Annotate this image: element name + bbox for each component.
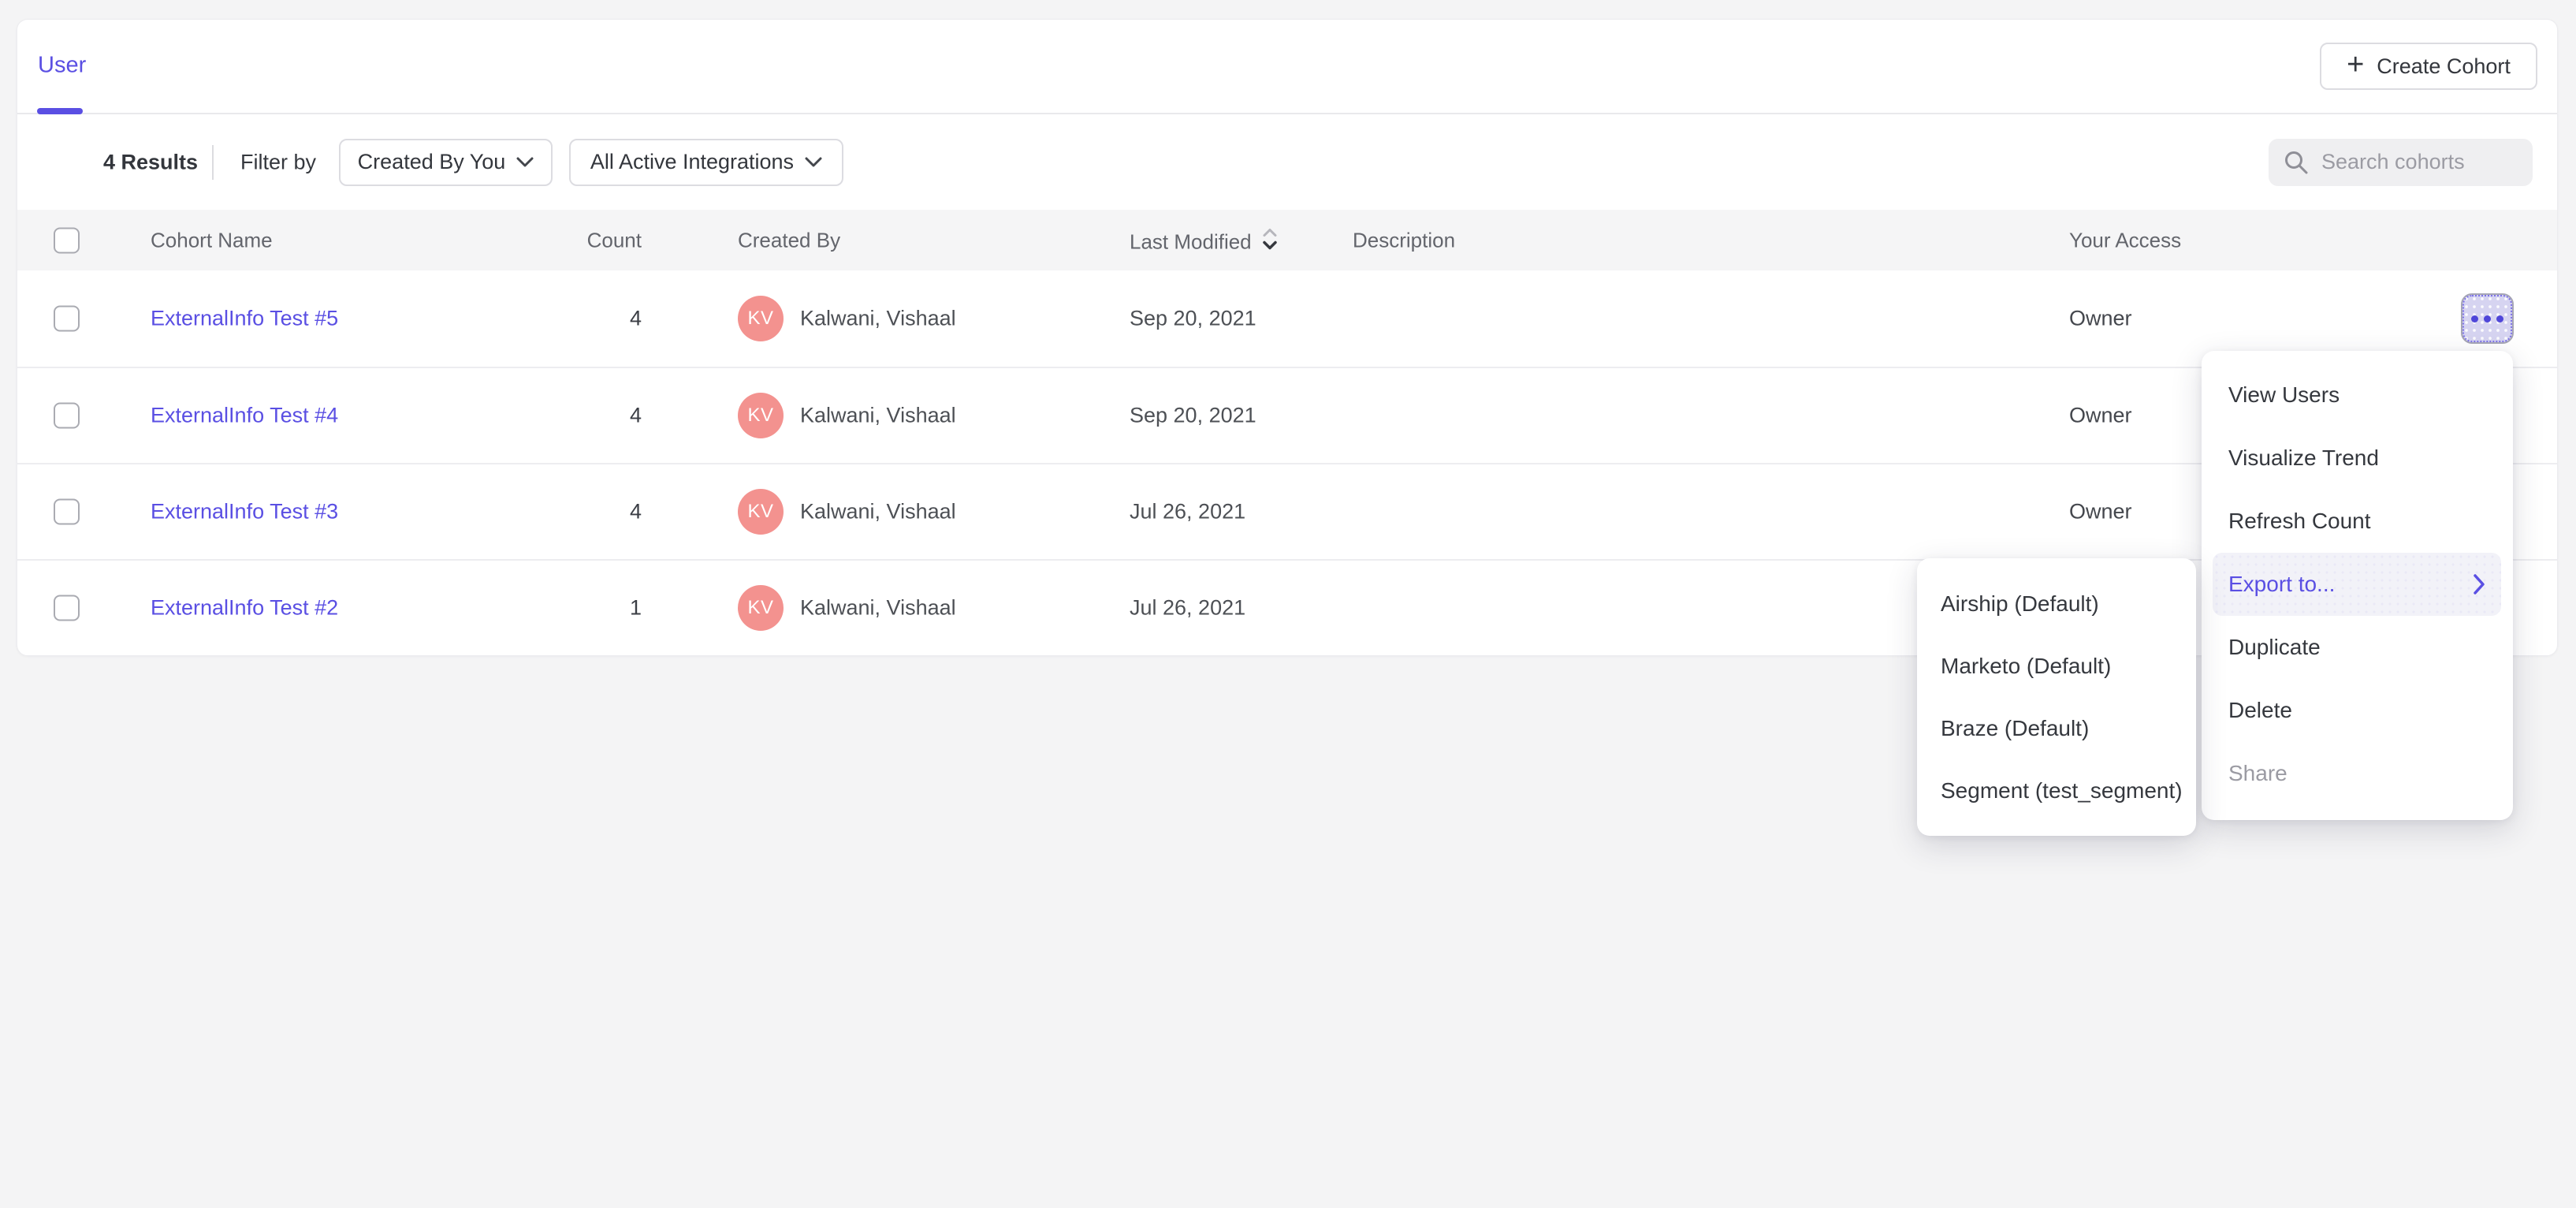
header-count: Count	[459, 228, 642, 252]
menu-item-refresh-count[interactable]: Refresh Count	[2202, 490, 2513, 553]
menu-item-duplicate[interactable]: Duplicate	[2202, 616, 2513, 679]
created-by-filter-dropdown[interactable]: Created By You	[339, 139, 553, 186]
cohort-name-link[interactable]: ExternalInfo Test #2	[151, 596, 338, 621]
row-checkbox[interactable]	[54, 595, 80, 621]
cohort-name-link[interactable]: ExternalInfo Test #4	[151, 404, 338, 428]
tab-bar: User + Create Cohort	[17, 20, 2557, 114]
row-checkbox[interactable]	[54, 403, 80, 429]
avatar: KV	[738, 296, 784, 341]
last-modified-date: Jul 26, 2021	[1130, 596, 1245, 621]
created-by-name: Kalwani, Vishaal	[800, 307, 956, 331]
active-tab-underline	[37, 108, 83, 114]
avatar: KV	[738, 489, 784, 535]
search-icon	[2283, 149, 2310, 176]
menu-item-export-to[interactable]: Export to...	[2213, 553, 2501, 616]
last-modified-date: Jul 26, 2021	[1130, 500, 1245, 524]
avatar: KV	[738, 585, 784, 631]
header-created-by: Created By	[738, 228, 840, 252]
created-by-name: Kalwani, Vishaal	[800, 404, 956, 428]
divider	[212, 145, 214, 180]
results-count: 4 Results	[103, 150, 198, 174]
access-value: Owner	[2069, 404, 2132, 428]
created-by-name: Kalwani, Vishaal	[800, 500, 956, 524]
chevron-right-icon	[2474, 574, 2485, 595]
sort-icon[interactable]	[1261, 226, 1279, 252]
integrations-filter-dropdown[interactable]: All Active Integrations	[569, 139, 843, 186]
row-actions-button[interactable]	[2461, 293, 2514, 344]
submenu-item-braze[interactable]: Braze (Default)	[1917, 697, 2196, 759]
table-row: ExternalInfo Test #3 4 KV Kalwani, Visha…	[17, 463, 2557, 559]
cohort-count: 4	[459, 404, 642, 428]
header-your-access: Your Access	[2069, 228, 2181, 252]
menu-item-visualize-trend[interactable]: Visualize Trend	[2202, 427, 2513, 490]
created-by-filter-value: Created By You	[358, 150, 506, 174]
integrations-filter-value: All Active Integrations	[590, 150, 794, 174]
access-value: Owner	[2069, 500, 2132, 524]
cohort-count: 4	[459, 307, 642, 331]
search-input[interactable]	[2320, 149, 2517, 175]
cohort-name-link[interactable]: ExternalInfo Test #3	[151, 500, 338, 524]
row-checkbox[interactable]	[54, 306, 80, 332]
create-cohort-button[interactable]: + Create Cohort	[2320, 43, 2537, 90]
context-menu: View Users Visualize Trend Refresh Count…	[2202, 351, 2513, 820]
select-all-checkbox[interactable]	[54, 227, 80, 253]
filter-by-label: Filter by	[240, 150, 316, 174]
submenu-item-airship[interactable]: Airship (Default)	[1917, 572, 2196, 635]
search-cohorts-box	[2269, 139, 2533, 186]
menu-item-view-users[interactable]: View Users	[2202, 364, 2513, 427]
chevron-down-icon	[805, 157, 822, 167]
header-description: Description	[1353, 228, 1455, 252]
table-row: ExternalInfo Test #4 4 KV Kalwani, Visha…	[17, 367, 2557, 463]
submenu-item-segment[interactable]: Segment (test_segment)	[1917, 759, 2196, 822]
header-cohort-name: Cohort Name	[151, 228, 273, 252]
cohort-count: 1	[459, 596, 642, 621]
cohort-count: 4	[459, 500, 642, 524]
filter-bar: 4 Results Filter by Created By You All A…	[17, 114, 2557, 210]
plus-icon: +	[2347, 50, 2364, 80]
submenu-item-marketo[interactable]: Marketo (Default)	[1917, 635, 2196, 697]
last-modified-date: Sep 20, 2021	[1130, 307, 1256, 331]
menu-item-share: Share	[2202, 742, 2513, 805]
access-value: Owner	[2069, 307, 2132, 331]
table-header: Cohort Name Count Created By Last Modifi…	[17, 210, 2557, 270]
create-cohort-label: Create Cohort	[2377, 54, 2511, 79]
last-modified-date: Sep 20, 2021	[1130, 404, 1256, 428]
row-checkbox[interactable]	[54, 499, 80, 525]
avatar: KV	[738, 393, 784, 438]
ellipsis-icon	[2471, 315, 2503, 323]
cohort-name-link[interactable]: ExternalInfo Test #5	[151, 307, 338, 331]
table-row: ExternalInfo Test #5 4 KV Kalwani, Visha…	[17, 270, 2557, 367]
chevron-down-icon	[516, 157, 534, 167]
menu-item-delete[interactable]: Delete	[2202, 679, 2513, 742]
export-submenu: Airship (Default) Marketo (Default) Braz…	[1917, 558, 2196, 836]
header-last-modified[interactable]: Last Modified	[1130, 226, 1279, 254]
created-by-name: Kalwani, Vishaal	[800, 596, 956, 621]
tab-user[interactable]: User	[38, 53, 86, 79]
